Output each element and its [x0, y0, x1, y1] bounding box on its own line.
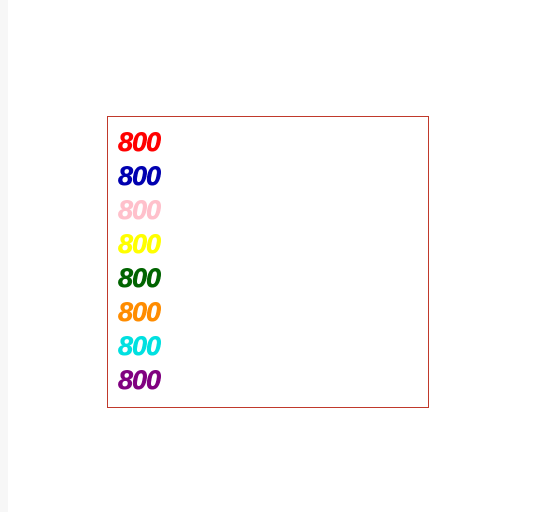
text-line-green: 800	[118, 261, 428, 295]
color-text-box: 800 800 800 800 800 800 800 800	[107, 116, 429, 408]
text-line-cyan: 800	[118, 329, 428, 363]
text-line-blue: 800	[118, 159, 428, 193]
left-strip	[0, 0, 8, 512]
text-line-pink: 800	[118, 193, 428, 227]
text-line-yellow: 800	[118, 227, 428, 261]
text-line-red: 800	[118, 125, 428, 159]
text-line-purple: 800	[118, 363, 428, 397]
text-line-orange: 800	[118, 295, 428, 329]
